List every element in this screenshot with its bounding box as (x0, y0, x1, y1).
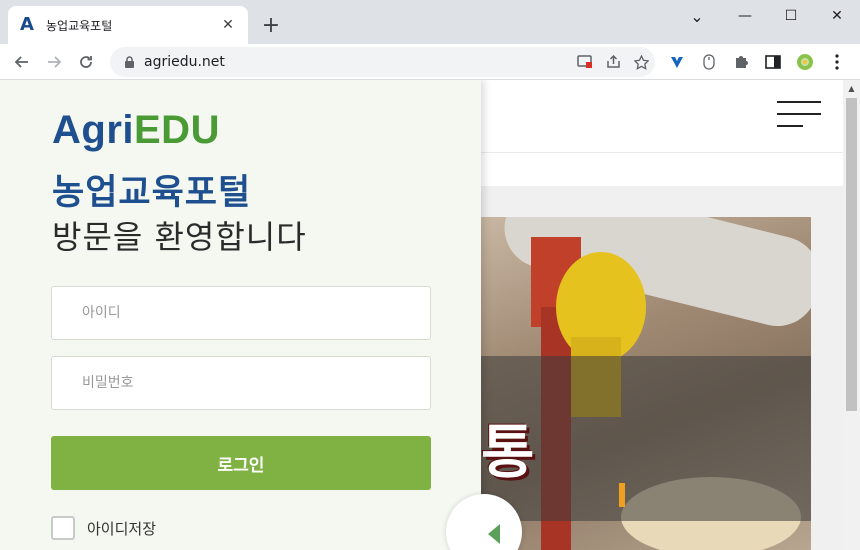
close-window-icon[interactable]: ✕ (814, 0, 860, 32)
new-tab-button[interactable]: + (258, 12, 284, 38)
page-viewport: 통 ▲ AgriEDU 농업교육포털 방문을 환영합니다 로그인 아이디저장 (0, 80, 860, 550)
hero-accent-bar (619, 483, 625, 507)
browser-tab[interactable]: A 농업교육포털 ✕ (8, 6, 248, 44)
site-subheader (481, 154, 843, 186)
puzzle-extensions-icon[interactable] (727, 48, 755, 76)
browser-toolbar: agriedu.net (0, 44, 860, 80)
install-app-icon[interactable] (571, 48, 599, 76)
hamburger-menu-icon[interactable] (777, 100, 821, 130)
collapse-arrow-icon (488, 524, 500, 544)
remember-id-row: 아이디저장 (51, 516, 156, 540)
login-button[interactable]: 로그인 (51, 436, 431, 490)
id-input[interactable] (51, 286, 431, 340)
maximize-icon[interactable]: ☐ (768, 0, 814, 32)
tab-search-icon[interactable]: ⌄ (674, 0, 720, 32)
menu-dots-icon[interactable] (823, 48, 851, 76)
hero-banner-image: 통 (481, 217, 811, 550)
site-header (481, 80, 843, 153)
remember-id-checkbox[interactable] (51, 516, 75, 540)
tab-title: 농업교육포털 (46, 18, 113, 33)
hero-headline: 통 (481, 418, 535, 486)
welcome-message: 방문을 환영합니다 (52, 218, 307, 256)
password-input[interactable] (51, 356, 431, 410)
address-bar[interactable]: agriedu.net (110, 47, 655, 77)
logo-agri-text: Agri (52, 108, 134, 152)
browser-titlebar: A 농업교육포털 ✕ + ⌄ — ☐ ✕ (0, 0, 860, 44)
page-scrollbar[interactable]: ▲ (843, 80, 860, 550)
vee-extension-icon[interactable] (663, 48, 691, 76)
site-favicon-icon: A (20, 14, 34, 35)
url-text: agriedu.net (144, 54, 225, 70)
close-tab-icon[interactable]: ✕ (216, 13, 240, 37)
reload-icon[interactable] (72, 48, 100, 76)
back-arrow-icon[interactable] (8, 48, 36, 76)
forward-arrow-icon[interactable] (40, 48, 68, 76)
profile-icon[interactable] (791, 48, 819, 76)
side-panel-icon[interactable] (759, 48, 787, 76)
portal-title: 농업교육포털 (52, 173, 252, 213)
login-panel: AgriEDU 농업교육포털 방문을 환영합니다 로그인 아이디저장 (0, 80, 522, 550)
star-icon[interactable] (627, 48, 655, 76)
agriedu-logo: AgriEDU (52, 108, 220, 153)
scrollbar-thumb[interactable] (846, 98, 857, 411)
minimize-icon[interactable]: — (722, 0, 768, 32)
logo-edu-text: EDU (134, 108, 220, 152)
mouse-extension-icon[interactable] (695, 48, 723, 76)
share-icon[interactable] (599, 48, 627, 76)
lock-icon[interactable] (122, 55, 136, 69)
remember-id-label[interactable]: 아이디저장 (87, 518, 156, 539)
scroll-up-icon[interactable]: ▲ (843, 80, 860, 97)
